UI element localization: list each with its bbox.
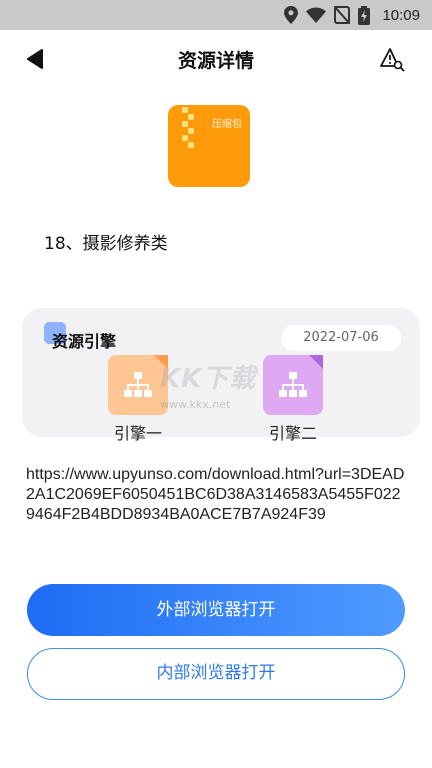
battery-charging-icon [358, 5, 371, 25]
app-bar: 资源详情 [0, 30, 432, 88]
archive-label: 压缩包 [212, 119, 242, 130]
download-url: https://www.upyunso.com/download.html?ur… [26, 466, 405, 523]
open-external-browser-button[interactable]: 外部浏览器打开 [27, 584, 405, 636]
engine-one-button[interactable] [108, 355, 168, 415]
resource-name: 18、摄影修养类 [44, 234, 168, 254]
report-button[interactable] [380, 47, 406, 73]
open-internal-browser-button[interactable]: 内部浏览器打开 [27, 648, 405, 700]
wifi-icon [306, 7, 327, 23]
page-title: 资源详情 [177, 50, 254, 72]
location-icon [284, 6, 299, 24]
zipper-tooth [182, 135, 188, 141]
network-tree-icon [279, 372, 307, 397]
archive-file-icon: 压缩包 [168, 105, 250, 187]
selected-check-icon [309, 355, 323, 369]
no-sim-icon [334, 6, 351, 24]
zipper-tooth [188, 128, 194, 134]
engine-two-label[interactable]: 引擎二 [248, 420, 338, 444]
engine-section-title: 资源引擎 [52, 332, 117, 351]
zipper-tooth [182, 121, 188, 127]
zipper-tooth [188, 142, 194, 148]
selected-check-icon [154, 355, 168, 369]
engine-two-button[interactable] [263, 355, 323, 415]
zipper-tooth [188, 114, 194, 120]
warning-search-icon [380, 48, 405, 72]
engine-card: 资源引擎 2022-07-06 引擎一 引擎二 [22, 308, 420, 443]
network-tree-icon [124, 372, 152, 397]
zipper-tooth [182, 107, 188, 113]
status-bar: 10:09 [0, 0, 432, 30]
resource-date: 2022-07-06 [281, 325, 401, 351]
status-time: 10:09 [382, 6, 420, 24]
engine-one-label[interactable]: 引擎一 [93, 420, 183, 444]
